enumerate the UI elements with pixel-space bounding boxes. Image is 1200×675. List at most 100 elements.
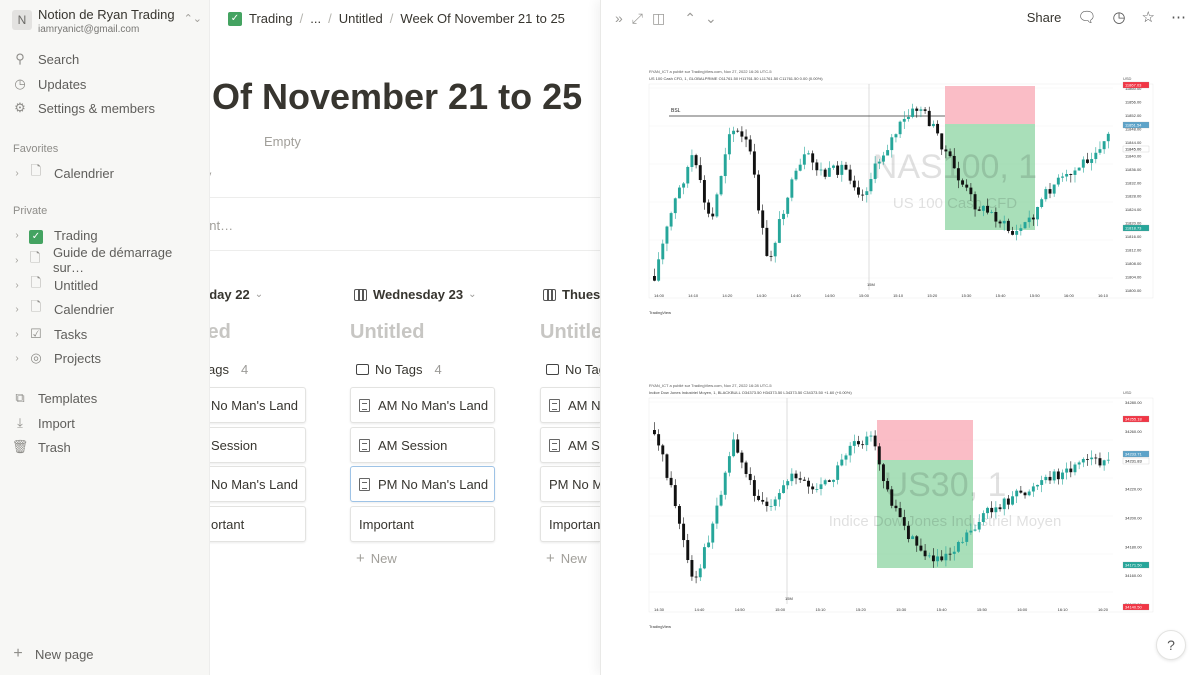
candle-body (827, 480, 831, 482)
history-icon[interactable]: ◷ (1112, 8, 1125, 26)
chevron-down-icon[interactable]: ⌄ (468, 289, 476, 300)
sidebar-item-untitled[interactable]: › 🗋 Untitled (10, 274, 202, 296)
sidebar-item-trash[interactable]: 🗑 Trash (10, 436, 202, 458)
breadcrumb-trading[interactable]: Trading (249, 11, 293, 26)
candle-body (869, 435, 873, 437)
price-axis-label: 34280.00 (1125, 400, 1142, 405)
candle-body (848, 445, 852, 456)
chevron-right-icon[interactable]: › (10, 304, 24, 315)
new-card-button[interactable]: + New (546, 550, 587, 567)
board-column-header[interactable]: Wednesday 23 ⌄ (354, 287, 476, 302)
sidebar-item-settings[interactable]: ⚙ Settings & members (10, 97, 202, 119)
chevron-right-icon[interactable]: › (10, 280, 24, 291)
group-header[interactable]: No Tags 4 (356, 362, 442, 377)
chevron-down-icon[interactable]: ⌄ (255, 289, 263, 300)
group-count: 4 (434, 362, 442, 377)
candle-body (1036, 484, 1039, 487)
help-button[interactable]: ? (1156, 630, 1186, 660)
candle-body (819, 484, 823, 489)
candle-body (1015, 230, 1019, 235)
column-page-title[interactable]: Untitled (350, 321, 424, 344)
board-card-selected[interactable]: PM No Man's Land (350, 466, 495, 502)
divider (210, 197, 600, 198)
group-label: No Tags (375, 362, 423, 377)
board-card[interactable]: No Man's Land (210, 466, 306, 502)
price-axis-label: 11840.00 (1125, 153, 1142, 158)
candle-body (877, 446, 881, 465)
board-card[interactable]: AM N (540, 387, 600, 423)
sidebar-item-tasks[interactable]: › ☑ Tasks (10, 323, 202, 345)
column-page-title[interactable]: Untitle (540, 321, 600, 344)
price-badge-label: 34171.50 (1125, 563, 1142, 568)
new-page-button[interactable]: + New page (10, 645, 93, 663)
group-header[interactable]: No Tag (546, 362, 600, 377)
more-icon[interactable]: ⋯ (1171, 8, 1186, 26)
candle-body (994, 507, 998, 513)
candle-body (661, 445, 665, 455)
sidebar-item-calendrier[interactable]: › 🗋 Calendrier (10, 298, 202, 320)
page-title[interactable]: Of November 21 to 25 (212, 76, 582, 118)
group-header[interactable]: ags 4 (210, 362, 248, 377)
document-icon (549, 438, 560, 452)
chevron-up-icon[interactable]: ⌃ (684, 10, 696, 27)
board-card[interactable]: AM Session (350, 427, 495, 463)
breadcrumb-ellipsis[interactable]: ... (310, 11, 321, 26)
chevron-right-icon[interactable]: › (10, 353, 24, 364)
new-card-button[interactable]: + New (356, 550, 397, 567)
tradingview-logo: TradingView (649, 624, 671, 629)
candle-body (1056, 177, 1060, 185)
board-column-header[interactable]: Thues (543, 287, 600, 302)
sidebar-item-projects[interactable]: › ◎ Projects (10, 347, 202, 369)
board-card[interactable]: Important (540, 506, 600, 542)
board-card[interactable]: Important (350, 506, 495, 542)
board-card[interactable]: AM No Man's Land (350, 387, 495, 423)
board-card[interactable]: AM S (540, 427, 600, 463)
sidebar-item-templates[interactable]: ⧉ Templates (10, 387, 202, 409)
workspace-switcher[interactable]: N Notion de Ryan Trading iamryanict@gmai… (10, 6, 202, 40)
sidebar-item-trading[interactable]: › ✓ Trading (10, 224, 202, 246)
comment-icon[interactable]: 🗨 (1077, 8, 1096, 26)
sidebar-item-favorite-calendrier[interactable]: › 🗋 Calendrier (10, 162, 202, 184)
time-axis-label: 14:50 (825, 293, 836, 298)
sidebar-item-updates[interactable]: ◷ Updates (10, 73, 202, 95)
share-button[interactable]: Share (1027, 10, 1062, 25)
chevron-down-icon[interactable]: ⌄ (705, 10, 717, 27)
candle-body (1002, 498, 1006, 510)
candle-body (865, 191, 869, 196)
breadcrumb-current[interactable]: Week Of November 21 to 25 (400, 11, 565, 26)
board-card[interactable]: ortant (210, 506, 306, 542)
comment-input[interactable]: ent… (210, 218, 233, 233)
candle-body (694, 576, 698, 578)
board-card[interactable]: Session (210, 427, 306, 463)
chevron-right-icon[interactable]: › (10, 168, 24, 179)
peek-mode-icon[interactable]: ◫ (652, 10, 665, 27)
candle-body (986, 205, 990, 213)
sidebar-item-import[interactable]: ⤓ Import (10, 412, 202, 434)
candle-body (786, 481, 790, 486)
board-card[interactable]: No Man's Land (210, 387, 306, 423)
breadcrumb-untitled[interactable]: Untitled (339, 11, 383, 26)
candle-body (740, 452, 744, 463)
sidebar-item-guide[interactable]: › 🗋 Guide de démarrage sur… (10, 245, 202, 275)
workspace-name: Notion de Ryan Trading (38, 7, 175, 22)
currency-label: USD (1123, 76, 1132, 81)
close-peek-icon[interactable]: » (615, 10, 623, 27)
sidebar-item-label: Trash (38, 439, 71, 455)
board-column-header[interactable]: sday 22 ⌄ (210, 287, 263, 302)
chevron-updown-icon[interactable]: ⌃⌄ (184, 12, 202, 25)
chevron-right-icon[interactable]: › (10, 329, 24, 340)
chevron-right-icon[interactable]: › (10, 230, 24, 241)
star-icon[interactable]: ☆ (1142, 8, 1155, 26)
candle-body (898, 508, 902, 518)
expand-icon[interactable]: ⤢ (632, 10, 643, 27)
time-axis-label: 14:30 (756, 293, 767, 298)
candle-body (890, 489, 894, 506)
property-value-empty[interactable]: Empty (264, 134, 301, 149)
candle-body (857, 441, 860, 445)
sidebar-item-label: Import (38, 415, 75, 431)
sidebar-item-search[interactable]: ⚲ Search (10, 48, 202, 70)
breadcrumb-separator: / (299, 11, 304, 26)
chevron-right-icon[interactable]: › (10, 255, 24, 266)
column-page-title[interactable]: led (210, 321, 231, 344)
board-card[interactable]: PM No M (540, 466, 600, 502)
